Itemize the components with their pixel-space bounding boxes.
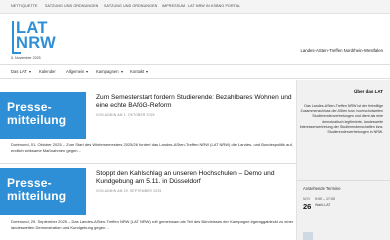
post-excerpt: Dortmund, 29. September 2025 – Das Lande… [11, 219, 294, 230]
nav-item-kampagnen[interactable]: Kampagnen [96, 69, 123, 74]
post-title[interactable]: Zum Semesterstart fordern Studierende: B… [96, 94, 296, 110]
sidebar-about-heading: Über das LAT [354, 89, 383, 94]
thumbnail-text: Presse- mitteilung [7, 177, 66, 203]
logo-line-2: NRW [16, 34, 57, 52]
event-title[interactable]: Wahl-LAT [315, 203, 331, 207]
nav-item-label: Kontakt [130, 69, 145, 74]
nav-item-kalender[interactable]: Kalender [39, 69, 56, 74]
post-excerpt: Dortmund, 01. Oktober 2025 – Zum Start d… [11, 142, 293, 153]
post-thumbnail[interactable]: Presse- mitteilung [0, 92, 86, 139]
current-date: 5. November 2025 [11, 56, 41, 60]
chevron-down-icon [86, 70, 89, 73]
post-list: Presse- mitteilung Zum Semesterstart for… [0, 80, 296, 240]
sidebar-about-text: Das Landes-ASten-Treffen NRW ist der fre… [299, 104, 383, 135]
nav-item-label: Allgemein [66, 69, 85, 74]
topnav-link-satzung[interactable]: SATZUNG UND ORDNUNGEN [45, 4, 98, 8]
sidebar-image [303, 232, 313, 240]
topnav-link-portal[interactable]: LAT NRW IN KSBNO PORTAL [188, 4, 240, 8]
chevron-down-icon [120, 70, 123, 73]
post-thumbnail[interactable]: Presse- mitteilung [0, 168, 86, 215]
topnav-link-satzung-2[interactable]: SATZUNG UND ORDNUNGEN [104, 4, 157, 8]
main-nav: Das LAT Kalender Allgemein Kampagnen Kon… [0, 64, 390, 79]
sidebar: Über das LAT Das Landes-ASten-Treffen NR… [296, 80, 390, 240]
nav-item-label: Kalender [39, 69, 56, 74]
post-title[interactable]: Stoppt den Kahlschlag an unseren Hochsch… [96, 170, 296, 186]
post-divider [0, 163, 296, 164]
chevron-down-icon [28, 70, 31, 73]
post-meta: VON ADMIN AM 1. OKTOBER 2025 [96, 113, 155, 117]
event-time: 9:00 – 17:00 [315, 197, 335, 201]
chevron-down-icon [146, 70, 149, 73]
nav-item-das-lat[interactable]: Das LAT [11, 69, 31, 74]
site-subtitle: Landes-ASten-Treffen Nordrhein-Westfalen [300, 48, 383, 53]
event-item[interactable]: NOV 26 9:00 – 17:00 Wahl-LAT [303, 194, 385, 218]
site-logo[interactable]: LAT NRW [16, 20, 57, 52]
top-utility-nav: NETTIQUETTE SATZUNG UND ORDNUNGEN SATZUN… [0, 0, 390, 14]
topnav-link-nettiquette[interactable]: NETTIQUETTE [11, 4, 38, 8]
topnav-link-impressum[interactable]: IMPRESSUM [162, 4, 185, 8]
event-day: 26 [303, 202, 312, 211]
nav-item-allgemein[interactable]: Allgemein [66, 69, 89, 74]
thumbnail-line-2: mitteilung [7, 113, 67, 127]
sidebar-divider [297, 180, 390, 181]
thumbnail-text: Presse- mitteilung [7, 101, 66, 127]
nav-item-kontakt[interactable]: Kontakt [130, 69, 149, 74]
sidebar-events-heading: Anstehende Termine [303, 186, 341, 191]
post-meta: VON ADMIN AM 29. SEPTEMBER 2025 [96, 189, 162, 193]
nav-item-label: Kampagnen [96, 69, 119, 74]
nav-item-label: Das LAT [11, 69, 27, 74]
thumbnail-line-2: mitteilung [7, 189, 67, 203]
event-month: NOV [303, 197, 311, 201]
